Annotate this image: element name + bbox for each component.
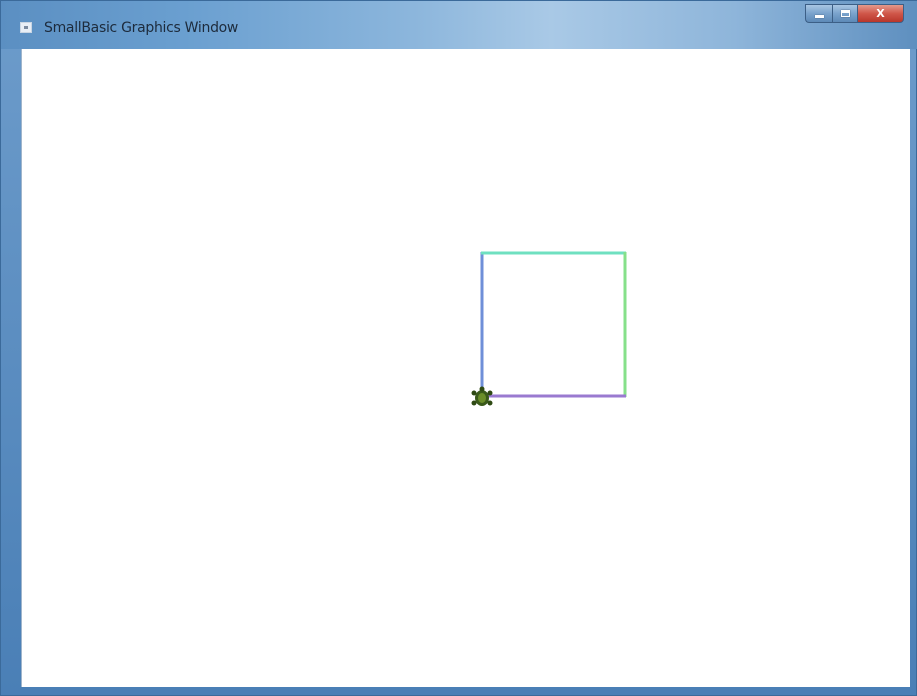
title-bar[interactable]: SmallBasic Graphics Window X xyxy=(1,1,917,49)
minimize-icon xyxy=(814,15,824,18)
maximize-button[interactable] xyxy=(832,4,858,23)
close-button[interactable]: X xyxy=(858,4,904,23)
maximize-icon xyxy=(840,10,850,17)
minimize-button[interactable] xyxy=(805,4,832,23)
graphics-window: SmallBasic Graphics Window X xyxy=(0,0,917,696)
drawing-canvas[interactable] xyxy=(21,49,910,687)
window-controls: X xyxy=(805,4,904,23)
window-title: SmallBasic Graphics Window xyxy=(44,20,239,36)
app-icon[interactable] xyxy=(20,22,32,33)
canvas-surface xyxy=(471,251,627,406)
close-icon: X xyxy=(876,7,885,20)
